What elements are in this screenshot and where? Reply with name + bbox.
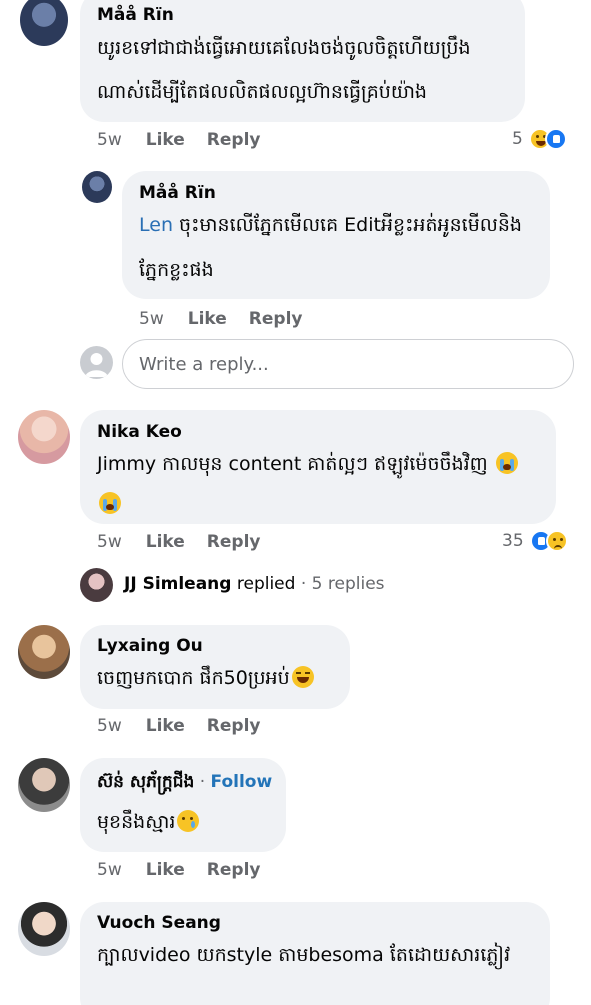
like-button[interactable]: Like bbox=[188, 309, 227, 329]
avatar[interactable] bbox=[80, 568, 113, 602]
avatar[interactable] bbox=[18, 410, 70, 464]
comment-text-line: យូរខទៅជាជាង់ធ្វើអោយគេលែងចង់ចូលចិត្តហើយប្… bbox=[97, 37, 471, 59]
comment-author[interactable]: Måå Rïn bbox=[139, 183, 216, 203]
user-placeholder-icon bbox=[80, 346, 113, 379]
comment-time[interactable]: 5w bbox=[97, 130, 122, 150]
comment-author[interactable]: Nika Keo bbox=[97, 422, 182, 442]
reaction-summary[interactable]: 5 bbox=[512, 126, 567, 152]
comment-text-inline: មុខនឹងស្មារ bbox=[97, 811, 176, 833]
comment-actions: 5w Like Reply bbox=[97, 532, 282, 552]
comment-text-line: Len ចុះមានលើភ្នែកមើលគេ Editអីខ្លះអត់អូនម… bbox=[139, 207, 522, 243]
reply-input[interactable] bbox=[123, 340, 573, 388]
comment-actions: 5w Like Reply bbox=[97, 716, 282, 736]
comment-author[interactable]: Måå Rïn bbox=[97, 5, 174, 25]
comment-author[interactable]: Vuoch Seang bbox=[97, 913, 221, 933]
comment-text-inline: ចុះមានលើភ្នែកមើលគេ Editអីខ្លះអត់អូនមើលនិ… bbox=[172, 214, 522, 236]
comment-text-line bbox=[97, 486, 121, 522]
comment-text-inline: ចេញមកបោក ផឹក50ប្រអប់ bbox=[97, 667, 290, 689]
reply-button[interactable]: Reply bbox=[207, 532, 261, 552]
tear-emoji bbox=[177, 810, 200, 832]
comment-time[interactable]: 5w bbox=[97, 532, 122, 552]
reply-button[interactable]: Reply bbox=[249, 309, 303, 329]
avatar[interactable] bbox=[18, 625, 70, 679]
reply-author: JJ Simleang bbox=[124, 574, 232, 594]
separator: · bbox=[295, 574, 312, 594]
mention-link[interactable]: Len bbox=[139, 214, 173, 236]
avatar[interactable] bbox=[18, 902, 70, 956]
view-replies-link[interactable]: JJ Simleang replied · 5 replies bbox=[124, 574, 385, 594]
comment-time[interactable]: 5w bbox=[97, 860, 122, 880]
follow-button[interactable]: Follow bbox=[211, 772, 273, 792]
replied-action: replied bbox=[236, 574, 296, 594]
comment-text-line: មុខនឹងស្មារ bbox=[97, 804, 200, 840]
like-button[interactable]: Like bbox=[146, 860, 185, 880]
crying-emoji bbox=[495, 452, 518, 474]
avatar[interactable] bbox=[18, 758, 70, 812]
reaction-summary[interactable]: 35 bbox=[502, 528, 568, 554]
comment-time[interactable]: 5w bbox=[97, 716, 122, 736]
comment-actions: 5w Like Reply bbox=[139, 309, 324, 329]
like-button[interactable]: Like bbox=[146, 532, 185, 552]
like-button[interactable]: Like bbox=[146, 716, 185, 736]
comment-author[interactable]: ស៊ន់ សុភ័ក្រ្តជីង bbox=[97, 772, 194, 792]
like-reaction-icon bbox=[544, 128, 567, 150]
avatar[interactable] bbox=[82, 171, 112, 203]
comment-actions: 5w Like Reply bbox=[97, 130, 282, 150]
comment-actions: 5w Like Reply bbox=[97, 860, 282, 880]
comment-time[interactable]: 5w bbox=[139, 309, 164, 329]
reply-button[interactable]: Reply bbox=[207, 860, 261, 880]
like-button[interactable]: Like bbox=[146, 130, 185, 150]
comment-text-line: ភ្នែកខ្លះផង bbox=[139, 259, 214, 281]
reply-box bbox=[122, 339, 574, 389]
reply-button[interactable]: Reply bbox=[207, 130, 261, 150]
reply-button[interactable]: Reply bbox=[207, 716, 261, 736]
reply-count: 5 replies bbox=[311, 574, 385, 594]
avatar[interactable] bbox=[20, 0, 68, 46]
comment-text-line: ក្បាលvideo យកstyle តាមbesoma តែដោយសារភ្ល… bbox=[97, 944, 511, 966]
reaction-count: 5 bbox=[512, 129, 523, 149]
comment-author-line: ស៊ន់ សុភ័ក្រ្តជីង · Follow bbox=[97, 772, 273, 792]
comment-text-line: Jimmy កាលមុន content គាត់ល្អៗ ឥឡូវម៉េចចឹ… bbox=[97, 446, 518, 482]
comment-text-line: ចេញមកបោក ផឹក50ប្រអប់ bbox=[97, 660, 314, 696]
sad-reaction-icon bbox=[545, 530, 568, 552]
laughing-emoji bbox=[291, 666, 314, 688]
comment-author[interactable]: Lyxaing Ou bbox=[97, 636, 203, 656]
reaction-count: 35 bbox=[502, 531, 524, 551]
comment-text-inline: Jimmy កាលមុន content គាត់ល្អៗ ឥឡូវម៉េចចឹ… bbox=[97, 453, 488, 475]
comment-text-line: ណាស់ដើម្បីតែផលលិតផលល្អហ៊ានធ្វើគ្រប់យ៉ាង bbox=[97, 81, 427, 103]
crying-emoji bbox=[99, 492, 121, 514]
